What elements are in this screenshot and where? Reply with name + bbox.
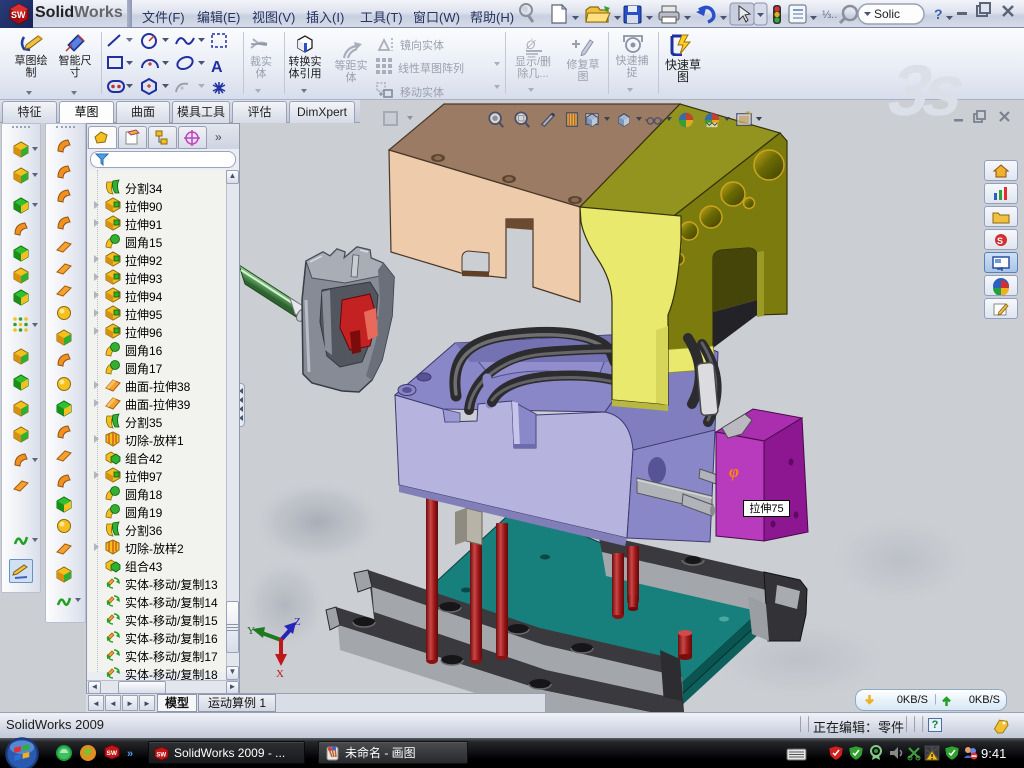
svg-text:....: .... xyxy=(789,746,793,751)
svg-text:A: A xyxy=(211,59,223,76)
svg-text:Ø̇: Ø̇ xyxy=(525,38,536,52)
svg-text:Y: Y xyxy=(247,625,255,637)
svg-text:Solic: Solic xyxy=(874,7,900,21)
svg-text:SW: SW xyxy=(107,750,118,757)
svg-text:SW: SW xyxy=(156,751,166,758)
svg-text:⅓..: ⅓.. xyxy=(822,9,837,21)
svg-text:?: ? xyxy=(934,6,943,22)
svg-text:Z: Z xyxy=(294,616,301,628)
svg-text:SW: SW xyxy=(11,10,26,20)
svg-text:»: » xyxy=(127,748,133,760)
svg-text:S: S xyxy=(997,236,1003,246)
svg-text:X: X xyxy=(276,668,284,680)
svg-text:φ: φ xyxy=(729,462,739,481)
